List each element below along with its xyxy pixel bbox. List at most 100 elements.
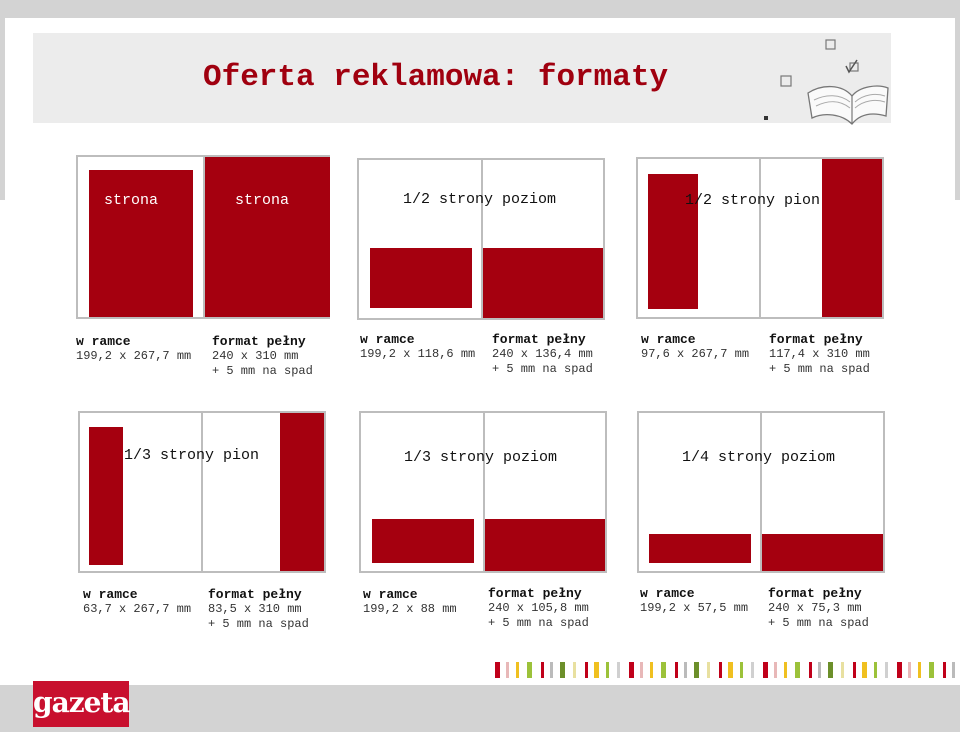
spec-heading: format pełny bbox=[488, 586, 582, 601]
spec-size: 199,2 x 267,7 mm bbox=[76, 349, 192, 363]
ad-area-frame bbox=[370, 248, 472, 308]
stripe bbox=[495, 662, 500, 678]
format-label: 1/3 strony poziom bbox=[404, 449, 558, 466]
stripe bbox=[795, 662, 800, 678]
stripe bbox=[908, 662, 911, 678]
format-label-2: strona bbox=[235, 192, 290, 209]
stripe bbox=[684, 662, 687, 678]
stripe bbox=[650, 662, 653, 678]
stripe bbox=[728, 662, 733, 678]
spec-frame: w ramce 199,2 x 267,7 mm bbox=[76, 334, 191, 364]
stripe bbox=[594, 662, 599, 678]
spec-heading: format pełny bbox=[208, 587, 302, 602]
ad-area-full bbox=[205, 157, 330, 317]
spec-heading: format pełny bbox=[492, 332, 586, 347]
spec-frame: w ramce 199,2 x 118,6 mm bbox=[360, 332, 475, 362]
stripe bbox=[841, 662, 844, 678]
stripe bbox=[774, 662, 777, 678]
format-label: 1/2 strony pion bbox=[685, 192, 821, 209]
spec-heading: w ramce bbox=[363, 587, 418, 602]
spec-size: 117,4 x 310 mm bbox=[769, 347, 870, 361]
spec-heading: w ramce bbox=[641, 332, 696, 347]
stripe bbox=[740, 662, 743, 678]
spec-bleed: + 5 mm na spad bbox=[492, 362, 593, 376]
diagram-third-vertical bbox=[78, 411, 326, 573]
spec-full: format pełny 240 x 75,3 mm + 5 mm na spa… bbox=[768, 586, 869, 631]
ad-area-frame bbox=[649, 534, 751, 563]
spec-full: format pełny 240 x 136,4 mm + 5 mm na sp… bbox=[492, 332, 593, 377]
stripe bbox=[918, 662, 921, 678]
diagram-half-horizontal bbox=[357, 158, 605, 320]
spec-heading: format pełny bbox=[768, 586, 862, 601]
stripe bbox=[763, 662, 768, 678]
stripe bbox=[862, 662, 867, 678]
spec-bleed: + 5 mm na spad bbox=[208, 617, 309, 631]
decorative-stripes bbox=[495, 662, 960, 678]
stripe bbox=[853, 662, 856, 678]
stripe bbox=[585, 662, 588, 678]
format-label: 1/2 strony poziom bbox=[403, 191, 557, 208]
stripe bbox=[828, 662, 833, 678]
spec-full: format pełny 83,5 x 310 mm + 5 mm na spa… bbox=[208, 587, 309, 632]
stripe bbox=[516, 662, 519, 678]
spec-full: format pełny 240 x 310 mm + 5 mm na spad bbox=[212, 334, 313, 379]
spec-heading: format pełny bbox=[769, 332, 863, 347]
ad-area-full bbox=[483, 248, 603, 318]
gazeta-logo: gazeta bbox=[33, 681, 131, 727]
page-divider bbox=[759, 159, 761, 317]
ad-area-frame bbox=[89, 427, 123, 565]
spec-frame: w ramce 63,7 x 267,7 mm bbox=[83, 587, 191, 617]
diagram-half-vertical bbox=[636, 157, 884, 319]
stripe bbox=[617, 662, 620, 678]
diagram-strona bbox=[76, 155, 330, 319]
spec-frame: w ramce 199,2 x 57,5 mm bbox=[640, 586, 748, 616]
spec-bleed: + 5 mm na spad bbox=[769, 362, 870, 376]
stripe bbox=[751, 662, 754, 678]
format-label: strona bbox=[104, 192, 159, 209]
spec-size: 240 x 105,8 mm bbox=[488, 601, 589, 615]
ad-area-frame bbox=[372, 519, 474, 563]
spec-size: 97,6 x 267,7 mm bbox=[641, 347, 750, 361]
stripe bbox=[675, 662, 678, 678]
logo-text: gazeta bbox=[33, 686, 131, 719]
stripe bbox=[707, 662, 710, 678]
page-title: Oferta reklamowa: formaty bbox=[203, 60, 669, 95]
spec-size: 240 x 75,3 mm bbox=[768, 601, 862, 615]
spec-heading: w ramce bbox=[76, 334, 131, 349]
stripe bbox=[874, 662, 877, 678]
spec-heading: w ramce bbox=[640, 586, 695, 601]
ad-area-full bbox=[280, 413, 324, 571]
spec-size: 240 x 136,4 mm bbox=[492, 347, 593, 361]
stripe bbox=[943, 662, 946, 678]
stripe bbox=[784, 662, 787, 678]
diagram-quarter-horizontal bbox=[637, 411, 885, 573]
stripe bbox=[897, 662, 902, 678]
stripe bbox=[809, 662, 812, 678]
open-book-icon bbox=[764, 39, 889, 125]
stripe bbox=[573, 662, 576, 678]
spec-heading: w ramce bbox=[360, 332, 415, 347]
spec-size: 83,5 x 310 mm bbox=[208, 602, 302, 616]
spec-size: 199,2 x 57,5 mm bbox=[640, 601, 749, 615]
stripe bbox=[952, 662, 955, 678]
stripe bbox=[818, 662, 821, 678]
stripe bbox=[606, 662, 609, 678]
spec-heading: w ramce bbox=[83, 587, 138, 602]
spec-size: 240 x 310 mm bbox=[212, 349, 299, 363]
spec-size: 199,2 x 118,6 mm bbox=[360, 347, 476, 361]
spec-size: 199,2 x 88 mm bbox=[363, 602, 457, 616]
stripe bbox=[694, 662, 699, 678]
stripe bbox=[885, 662, 888, 678]
stripe bbox=[629, 662, 634, 678]
format-label: 1/3 strony pion bbox=[124, 447, 260, 464]
bottom-background-band bbox=[0, 685, 960, 732]
stripe bbox=[527, 662, 532, 678]
stripe bbox=[929, 662, 934, 678]
page-divider bbox=[201, 413, 203, 571]
spec-bleed: + 5 mm na spad bbox=[212, 364, 313, 378]
spec-bleed: + 5 mm na spad bbox=[488, 616, 589, 630]
stripe bbox=[506, 662, 509, 678]
stripe bbox=[640, 662, 643, 678]
spec-frame: w ramce 199,2 x 88 mm bbox=[363, 587, 457, 617]
format-label: 1/4 strony poziom bbox=[682, 449, 836, 466]
